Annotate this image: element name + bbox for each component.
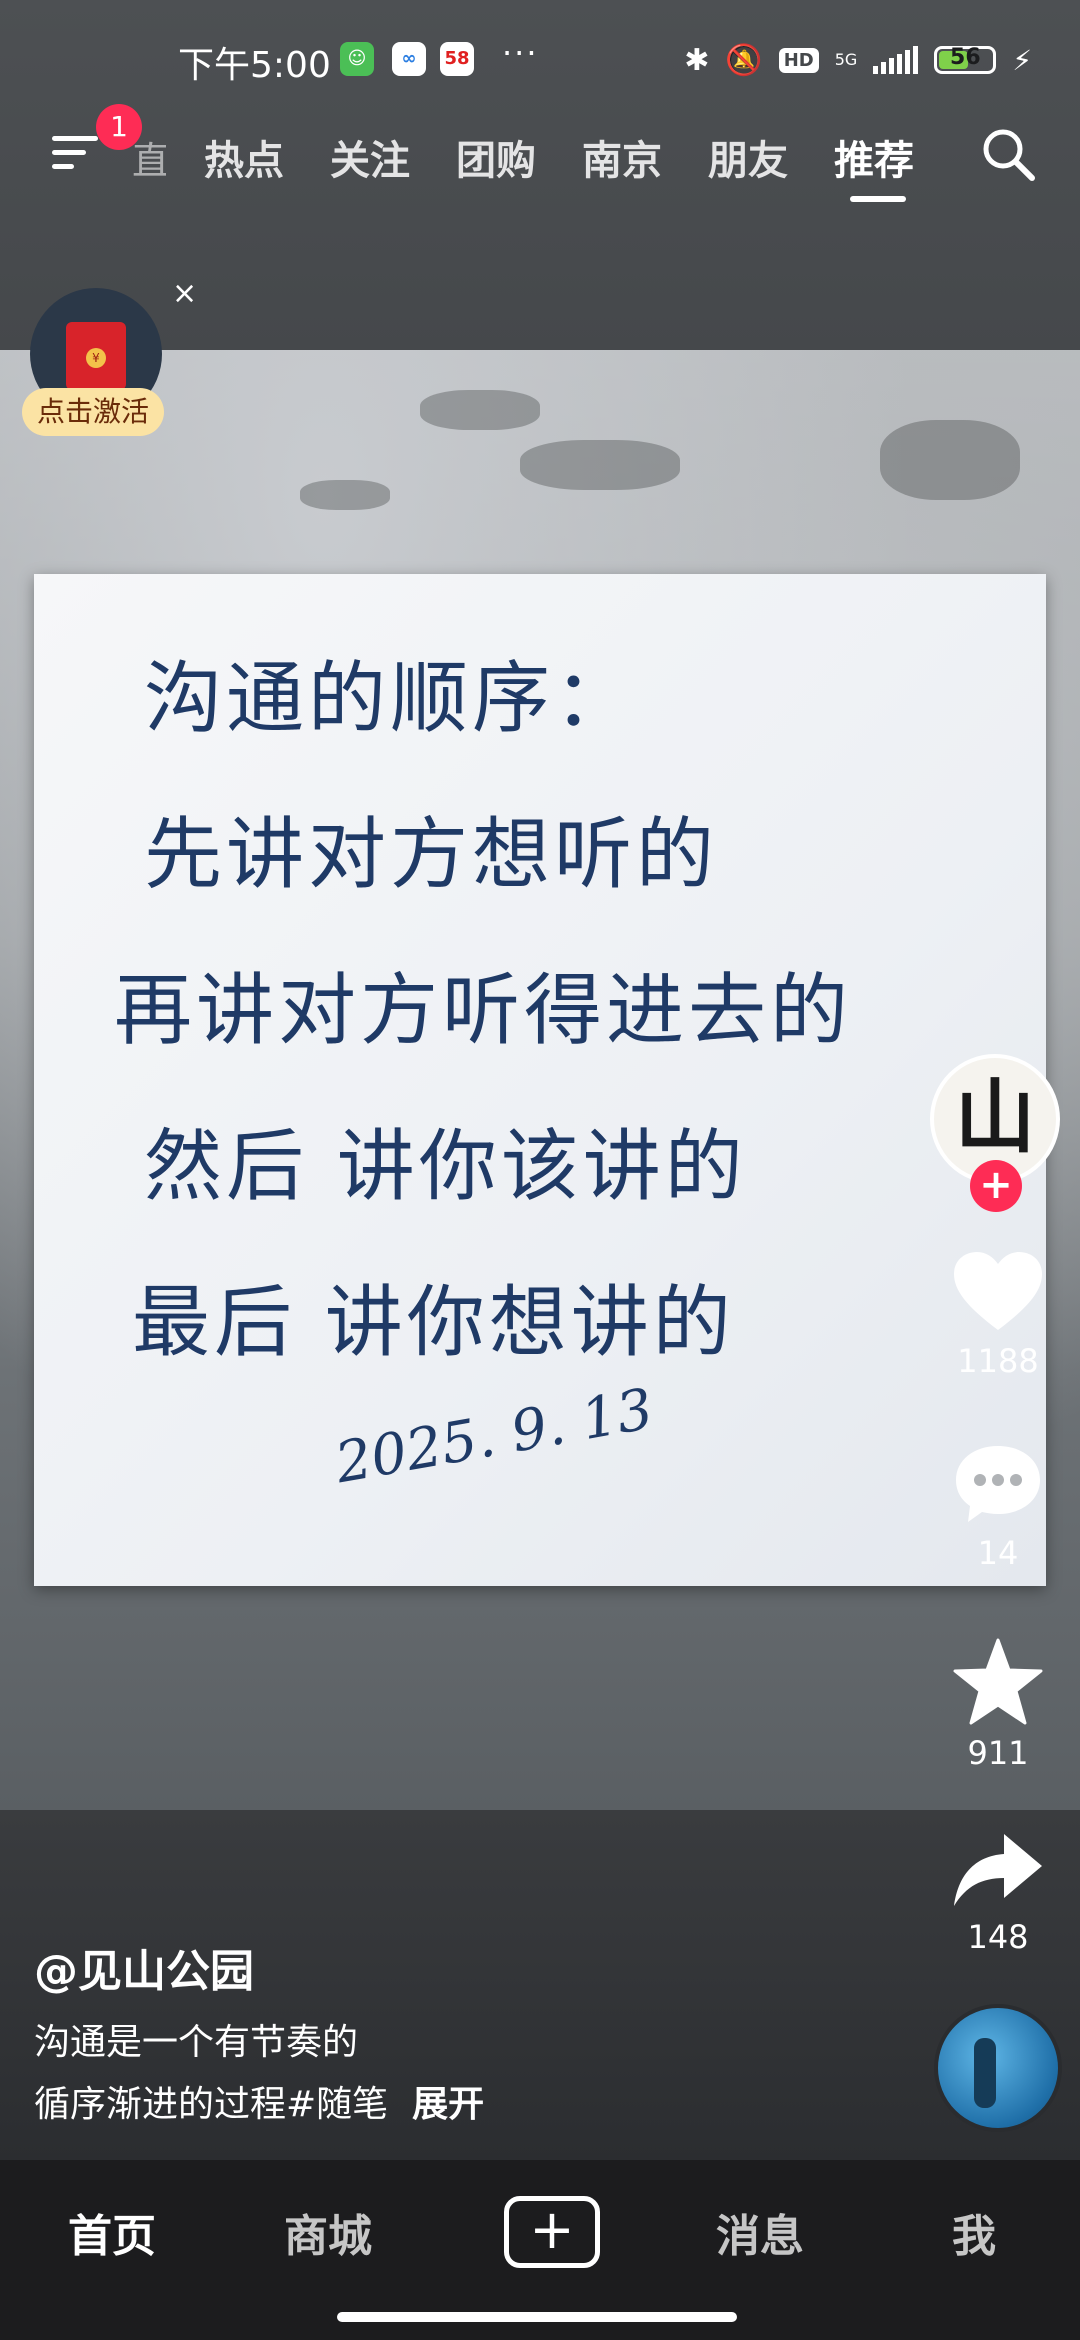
comment-button[interactable]: 14 xyxy=(930,1442,1066,1572)
note-card: 沟通的顺序： 先讲对方想听的 再讲对方听得进去的 然后 讲你该讲的 最后 讲你想… xyxy=(34,574,1046,1586)
expand-link[interactable]: 展开 xyxy=(412,2084,484,2125)
tab-mall[interactable]: 商城 xyxy=(284,2200,372,2264)
share-arrow-icon xyxy=(954,1834,1042,1906)
envelope-seal: ¥ xyxy=(86,348,106,368)
note-date: 2025. 9. 13 xyxy=(330,1376,658,1497)
caption-line-2: 循序渐进的过程#随笔 展开 xyxy=(34,2074,894,2136)
music-cover-figure xyxy=(974,2038,996,2108)
favorite-count: 911 xyxy=(967,1734,1029,1772)
red-packet-widget[interactable]: ¥ 点击激活 × xyxy=(22,276,197,448)
tab-friends[interactable]: 朋友 xyxy=(708,128,788,186)
caption-line: 沟通是一个有节奏的 xyxy=(34,2022,359,2063)
status-more-icon: ··· xyxy=(502,34,539,72)
tab-hot[interactable]: 热点 xyxy=(204,128,284,186)
comment-icon xyxy=(956,1446,1040,1522)
home-indicator[interactable] xyxy=(337,2312,737,2322)
hd-badge: HD xyxy=(778,47,819,73)
share-count: 148 xyxy=(967,1918,1029,1956)
create-button[interactable]: + xyxy=(504,2196,600,2268)
status-right-group: ✱ 🔕 HD 5G 56 ⚡ xyxy=(684,38,1032,82)
green-app-icon: ☺ xyxy=(340,42,374,76)
mute-bell-icon: 🔕 xyxy=(725,42,763,78)
note-line: 先讲对方想听的 xyxy=(144,810,719,900)
tab-recommend[interactable]: 推荐 xyxy=(834,128,914,186)
heart-icon xyxy=(954,1252,1042,1330)
caption-line: 循序渐进的过程#随笔 xyxy=(34,2084,389,2125)
app-58-icon: 58 xyxy=(440,42,474,76)
wall-texture xyxy=(880,420,1020,500)
charging-icon: ⚡ xyxy=(1012,43,1032,77)
follow-button[interactable]: + xyxy=(970,1160,1022,1212)
search-icon[interactable] xyxy=(978,124,1038,184)
status-bar: 下午5:00 ☺ ∞ 58 ··· ✱ 🔕 HD 5G 56 ⚡ xyxy=(0,28,1080,92)
tab-nanjing[interactable]: 南京 xyxy=(582,128,662,186)
like-count: 1188 xyxy=(957,1342,1039,1380)
like-button[interactable]: 1188 xyxy=(930,1250,1066,1380)
note-line: 最后 讲你想讲的 xyxy=(132,1278,735,1368)
share-button[interactable]: 148 xyxy=(930,1830,1066,1956)
battery-text: 56 xyxy=(950,45,981,70)
wall-texture xyxy=(420,390,540,430)
screen: 下午5:00 ☺ ∞ 58 ··· ✱ 🔕 HD 5G 56 ⚡ 1 直播 xyxy=(0,0,1080,2340)
active-tab-indicator xyxy=(850,196,906,202)
top-nav: 1 直播 热点 关注 团购 南京 朋友 推荐 xyxy=(0,104,1080,202)
favorite-button[interactable]: 911 xyxy=(930,1638,1066,1772)
tab-clipped[interactable]: 直播 xyxy=(132,130,166,185)
tab-me[interactable]: 我 xyxy=(952,2200,996,2264)
star-icon xyxy=(953,1638,1043,1725)
author-name[interactable]: @见山公园 xyxy=(34,1935,254,1999)
video-caption: 沟通是一个有节奏的 循序渐进的过程#随笔 展开 xyxy=(34,2012,894,2136)
tab-group-buy[interactable]: 团购 xyxy=(456,128,536,186)
note-line: 沟通的顺序： xyxy=(144,654,637,744)
tab-following[interactable]: 关注 xyxy=(330,128,410,186)
tab-messages[interactable]: 消息 xyxy=(716,2200,804,2264)
wall-texture xyxy=(520,440,680,490)
signal-icon xyxy=(873,46,919,74)
network-label: 5G xyxy=(834,50,858,69)
menu-icon[interactable] xyxy=(52,132,98,172)
comment-count: 14 xyxy=(977,1534,1019,1572)
music-disc[interactable] xyxy=(934,2004,1062,2132)
battery-icon: 56 xyxy=(934,45,997,74)
note-line: 再讲对方听得进去的 xyxy=(114,966,853,1056)
note-line: 然后 讲你该讲的 xyxy=(144,1122,747,1212)
wall-texture xyxy=(300,480,390,510)
promo-activate-label[interactable]: 点击激活 xyxy=(22,388,164,436)
cloud-app-icon: ∞ xyxy=(392,42,426,76)
close-icon[interactable]: × xyxy=(172,276,197,311)
bluetooth-icon: ✱ xyxy=(684,42,710,78)
red-envelope-icon: ¥ xyxy=(66,322,126,390)
status-time: 下午5:00 xyxy=(178,45,331,86)
tab-home[interactable]: 首页 xyxy=(68,2200,156,2264)
